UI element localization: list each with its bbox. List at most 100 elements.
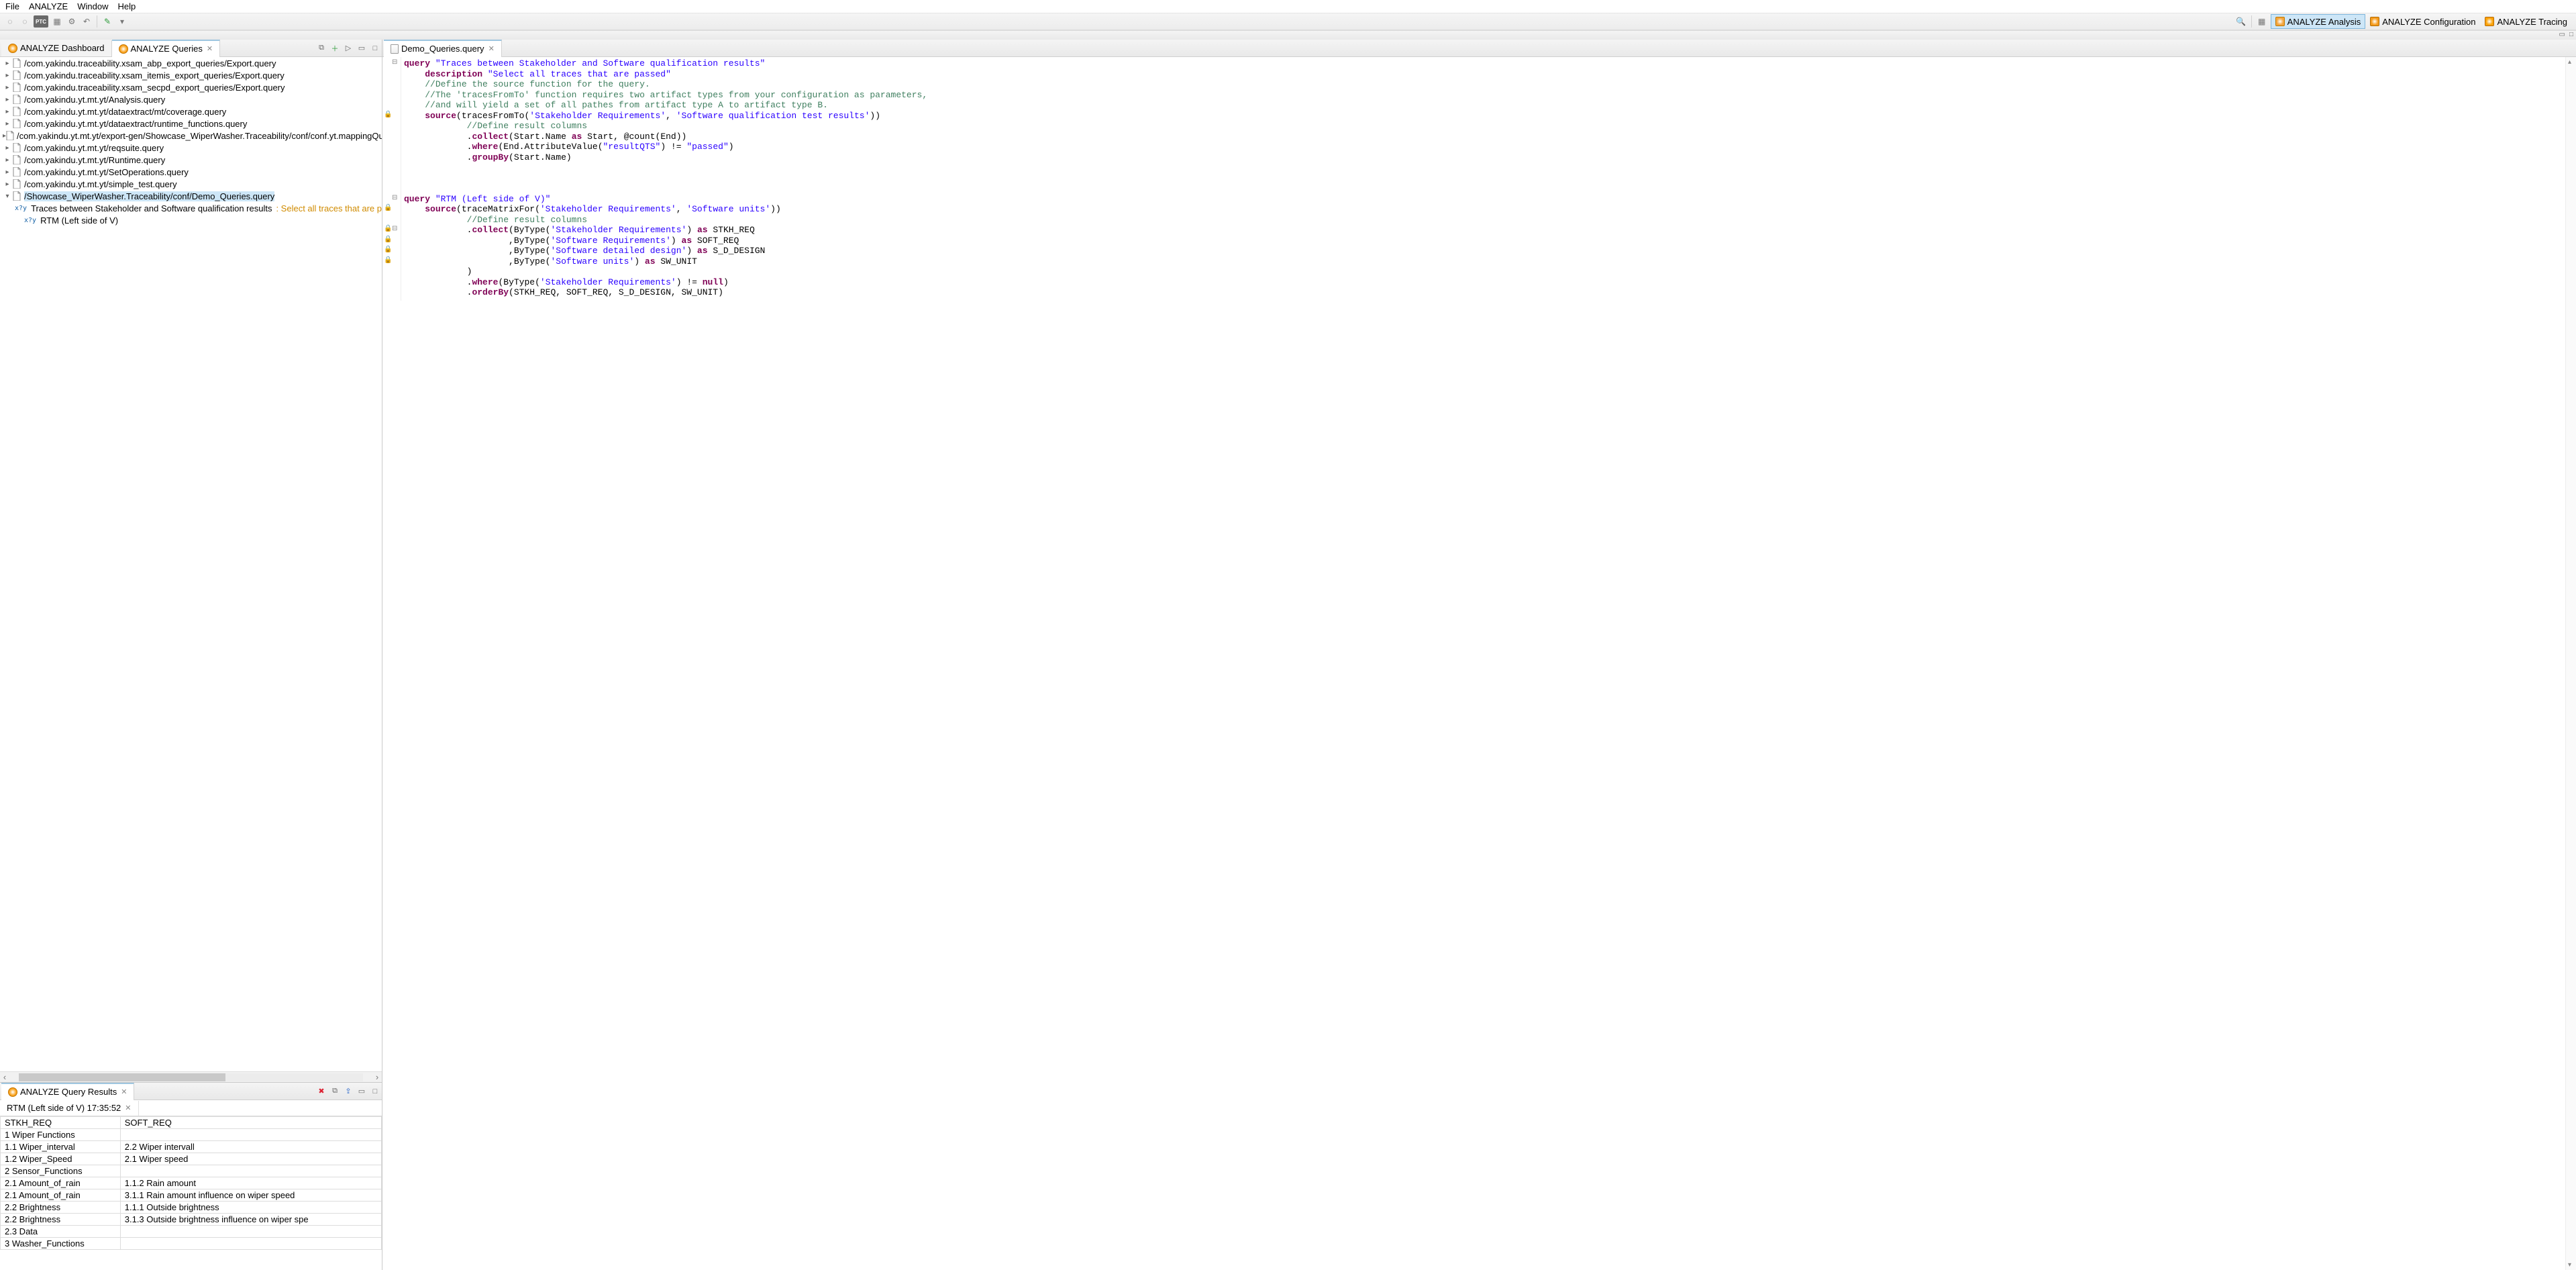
plus-icon[interactable]: ＋ (329, 43, 340, 54)
menu-help[interactable]: Help (117, 1, 136, 11)
tab-query-results[interactable]: ANALYZE Query Results ✕ (1, 1083, 134, 1100)
tree-item[interactable]: ▸/com.yakindu.yt.mt.yt/export-gen/Showca… (0, 130, 382, 142)
tab-label: ANALYZE Queries (131, 44, 203, 54)
close-icon[interactable]: ✕ (488, 44, 495, 53)
results-table-scroll[interactable]: STKH_REQSOFT_REQ1 Wiper Functions1.1 Wip… (0, 1116, 382, 1270)
editor-tabbar: Demo_Queries.query ✕ (382, 40, 2576, 57)
undo-icon[interactable]: ↶ (81, 15, 93, 28)
chevron-right-icon[interactable]: ▸ (3, 156, 12, 164)
tab-queries[interactable]: ANALYZE Queries ✕ (112, 40, 221, 57)
chevron-right-icon[interactable]: ▸ (3, 108, 12, 115)
ptc-icon[interactable]: PTC (34, 15, 48, 28)
editor-gutter[interactable]: ⊟🔒⊟🔒⊟🔒🔒🔒🔒 (382, 57, 401, 301)
queries-tree[interactable]: ▸ /com.yakindu.traceability.xsam_abp_expo… (0, 57, 382, 1071)
gear-icon[interactable]: ⚙ (66, 15, 78, 28)
scroll-right-icon[interactable]: › (372, 1072, 382, 1082)
tree-item[interactable]: ▸ /com.yakindu.yt.mt.yt/SetOperations.que… (0, 166, 382, 178)
editor-overview-ruler[interactable]: ▴ ▾ (2565, 57, 2576, 1270)
fold-icon[interactable]: ⊟ (392, 194, 397, 201)
chevron-right-icon[interactable]: ▸ (3, 72, 12, 79)
minimize-icon[interactable]: ▭ (2559, 31, 2565, 40)
chevron-right-icon[interactable]: ▸ (3, 144, 12, 152)
perspective-analysis[interactable]: ANALYZE Analysis (2271, 14, 2366, 29)
chevron-right-icon[interactable]: ▸ (3, 60, 12, 67)
code-editor[interactable]: query "Traces between Stakeholder and So… (401, 57, 2565, 1270)
tree-item[interactable]: ▸ /com.yakindu.traceability.xsam_abp_expo… (0, 57, 382, 69)
scroll-up-icon[interactable]: ▴ (2568, 58, 2571, 66)
tree-item[interactable]: ▸/com.yakindu.traceability.xsam_secpd_ex… (0, 81, 382, 93)
export-icon[interactable]: ⇪ (343, 1086, 354, 1097)
scroll-left-icon[interactable]: ‹ (0, 1072, 9, 1082)
table-cell: 1 Wiper Functions (1, 1129, 121, 1141)
dropdown-icon[interactable]: ▾ (116, 15, 128, 28)
tree-item[interactable]: ▾/Showcase_WiperWasher.Traceability/conf… (0, 190, 382, 202)
chevron-right-icon[interactable]: ▸ (3, 96, 12, 103)
tree-item[interactable]: ▸/com.yakindu.yt.mt.yt/simple_test.query (0, 178, 382, 190)
maximize-icon[interactable]: □ (370, 1086, 380, 1097)
tree-item[interactable]: ▸/com.yakindu.yt.mt.yt/reqsuite.query (0, 142, 382, 154)
copy-icon[interactable]: ⧉ (329, 1086, 340, 1097)
close-icon[interactable]: ✕ (121, 1087, 127, 1096)
menu-analyze[interactable]: ANALYZE (29, 1, 68, 11)
close-icon[interactable]: ✕ (207, 44, 213, 53)
tab-editor-file[interactable]: Demo_Queries.query ✕ (384, 40, 502, 57)
analyze-icon (8, 44, 17, 53)
minimize-icon[interactable]: ▭ (356, 1086, 367, 1097)
open-perspective-icon[interactable]: ▦ (2256, 15, 2268, 28)
table-row[interactable]: 1.2 Wiper_Speed2.1 Wiper speed (1, 1153, 382, 1165)
chevron-right-icon[interactable]: ▸ (3, 84, 12, 91)
perspective-icon (2485, 17, 2494, 26)
maximize-icon[interactable]: □ (370, 43, 380, 54)
chevron-right-icon[interactable]: ▸ (3, 120, 12, 128)
add-icon[interactable]: ⧉ (316, 43, 327, 54)
tab-label: RTM (Left side of V) 17:35:52 (7, 1103, 121, 1113)
minimize-icon[interactable]: ▭ (356, 43, 367, 54)
nav-back-icon[interactable]: ◌ (4, 15, 16, 28)
delete-icon[interactable]: ✖ (316, 1086, 327, 1097)
maximize-icon[interactable]: □ (2569, 31, 2573, 40)
tree-item[interactable]: ▸/com.yakindu.yt.mt.yt/dataextract/runti… (0, 117, 382, 130)
tree-hscrollbar[interactable]: ‹ › (0, 1071, 382, 1082)
lock-icon: 🔒 (384, 111, 392, 118)
table-row[interactable]: 3 Washer_Functions (1, 1238, 382, 1250)
tree-item[interactable]: ▸/com.yakindu.yt.mt.yt/dataextract/mt/co… (0, 105, 382, 117)
column-header[interactable]: SOFT_REQ (120, 1117, 381, 1129)
left-view-tabbar: ANALYZE DashboardANALYZE Queries✕ ⧉ ＋ ▷ … (0, 40, 382, 57)
table-row[interactable]: 2.3 Data (1, 1226, 382, 1238)
menu-file[interactable]: File (5, 1, 19, 11)
fold-icon[interactable]: ⊟ (392, 58, 397, 66)
tree-subitem[interactable]: x?yTraces between Stakeholder and Softwa… (0, 202, 382, 214)
chevron-right-icon[interactable]: ▸ (3, 181, 12, 188)
perspective-config[interactable]: ANALYZE Configuration (2365, 14, 2480, 29)
table-row[interactable]: 2 Sensor_Functions (1, 1165, 382, 1177)
table-row[interactable]: 2.1 Amount_of_rain3.1.1 Rain amount infl… (1, 1189, 382, 1202)
tree-item-label: /com.yakindu.traceability.xsam_abp_expor… (24, 58, 276, 68)
table-row[interactable]: 2.2 Brightness1.1.1 Outside brightness (1, 1202, 382, 1214)
perspective-tracing[interactable]: ANALYZE Tracing (2480, 14, 2572, 29)
scroll-down-icon[interactable]: ▾ (2568, 1261, 2571, 1269)
results-inner-tab[interactable]: RTM (Left side of V) 17:35:52 ✕ (0, 1101, 139, 1116)
table-cell (120, 1129, 381, 1141)
tree-item[interactable]: ▸/com.yakindu.traceability.xsam_itemis_e… (0, 69, 382, 81)
table-row[interactable]: 2.1 Amount_of_rain1.1.2 Rain amount (1, 1177, 382, 1189)
chevron-right-icon[interactable]: ▸ (3, 168, 12, 176)
nav-fwd-icon[interactable]: ◌ (19, 15, 31, 28)
close-icon[interactable]: ✕ (125, 1104, 131, 1112)
menu-window[interactable]: Window (77, 1, 108, 11)
tree-item[interactable]: ▸/com.yakindu.yt.mt.yt/Analysis.query (0, 93, 382, 105)
tab-dashboard[interactable]: ANALYZE Dashboard (1, 40, 112, 56)
tree-item-label: /com.yakindu.yt.mt.yt/SetOperations.quer… (24, 167, 189, 177)
tree-subitem[interactable]: x?yRTM (Left side of V) (0, 214, 382, 226)
grid-icon[interactable]: ▦ (51, 15, 63, 28)
run-icon[interactable]: ▷ (343, 43, 354, 54)
perspective-icon (2275, 17, 2285, 26)
table-row[interactable]: 2.2 Brightness3.1.3 Outside brightness i… (1, 1214, 382, 1226)
tree-item[interactable]: ▸/com.yakindu.yt.mt.yt/Runtime.query (0, 154, 382, 166)
chevron-down-icon[interactable]: ▾ (3, 193, 12, 200)
fold-icon[interactable]: ⊟ (392, 225, 397, 232)
table-row[interactable]: 1.1 Wiper_interval2.2 Wiper intervall (1, 1141, 382, 1153)
new-doc-icon[interactable]: ✎ (101, 15, 113, 28)
search-icon[interactable]: 🔍 (2235, 15, 2247, 28)
column-header[interactable]: STKH_REQ (1, 1117, 121, 1129)
table-row[interactable]: 1 Wiper Functions (1, 1129, 382, 1141)
